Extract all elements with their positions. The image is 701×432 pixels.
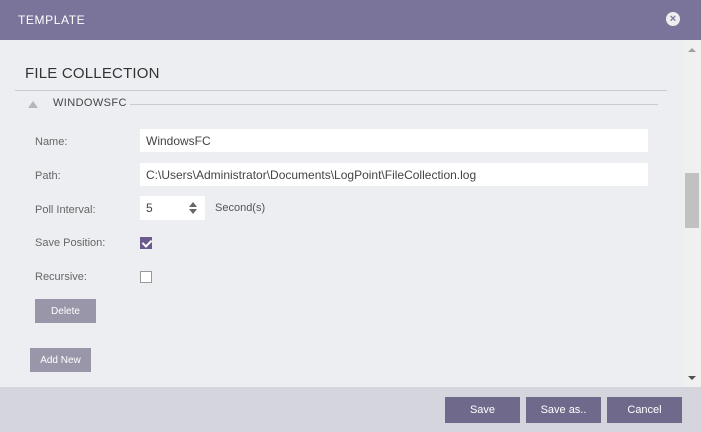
path-label: Path: xyxy=(35,170,61,182)
dialog-titlebar: TEMPLATE × xyxy=(0,0,701,40)
add-new-button[interactable]: Add New xyxy=(30,348,91,372)
group-title: WINDOWSFC xyxy=(53,97,127,109)
dialog-footer: Save Save as.. Cancel xyxy=(0,387,701,432)
save-position-label: Save Position: xyxy=(35,237,106,249)
scroll-up-icon[interactable] xyxy=(688,48,696,52)
vertical-scrollbar[interactable] xyxy=(684,40,701,387)
delete-button[interactable]: Delete xyxy=(35,299,96,323)
name-input[interactable] xyxy=(140,129,648,152)
poll-interval-unit: Second(s) xyxy=(215,202,266,214)
save-position-checkbox[interactable] xyxy=(140,237,152,249)
poll-interval-label: Poll Interval: xyxy=(35,204,96,216)
section-divider xyxy=(15,90,667,91)
path-input[interactable] xyxy=(140,163,648,186)
recursive-checkbox[interactable] xyxy=(140,271,152,283)
save-button[interactable]: Save xyxy=(445,397,520,423)
scroll-down-icon[interactable] xyxy=(688,376,696,380)
scrollbar-thumb[interactable] xyxy=(685,173,699,228)
close-icon[interactable]: × xyxy=(666,12,680,26)
group-divider xyxy=(130,104,658,105)
triangle-up-icon[interactable] xyxy=(28,101,38,108)
poll-interval-stepper[interactable] xyxy=(140,196,205,220)
group-header: WINDOWSFC xyxy=(28,97,658,111)
name-label: Name: xyxy=(35,136,68,148)
recursive-label: Recursive: xyxy=(35,271,87,283)
save-as-button[interactable]: Save as.. xyxy=(526,397,601,423)
section-title: FILE COLLECTION xyxy=(25,65,160,82)
poll-interval-input[interactable] xyxy=(140,196,184,220)
spin-down-icon[interactable] xyxy=(189,209,197,214)
dialog-content: FILE COLLECTION WINDOWSFC Name: Path: Po… xyxy=(0,40,684,387)
dialog-title: TEMPLATE xyxy=(18,13,86,27)
cancel-button[interactable]: Cancel xyxy=(607,397,682,423)
spin-up-icon[interactable] xyxy=(189,202,197,207)
